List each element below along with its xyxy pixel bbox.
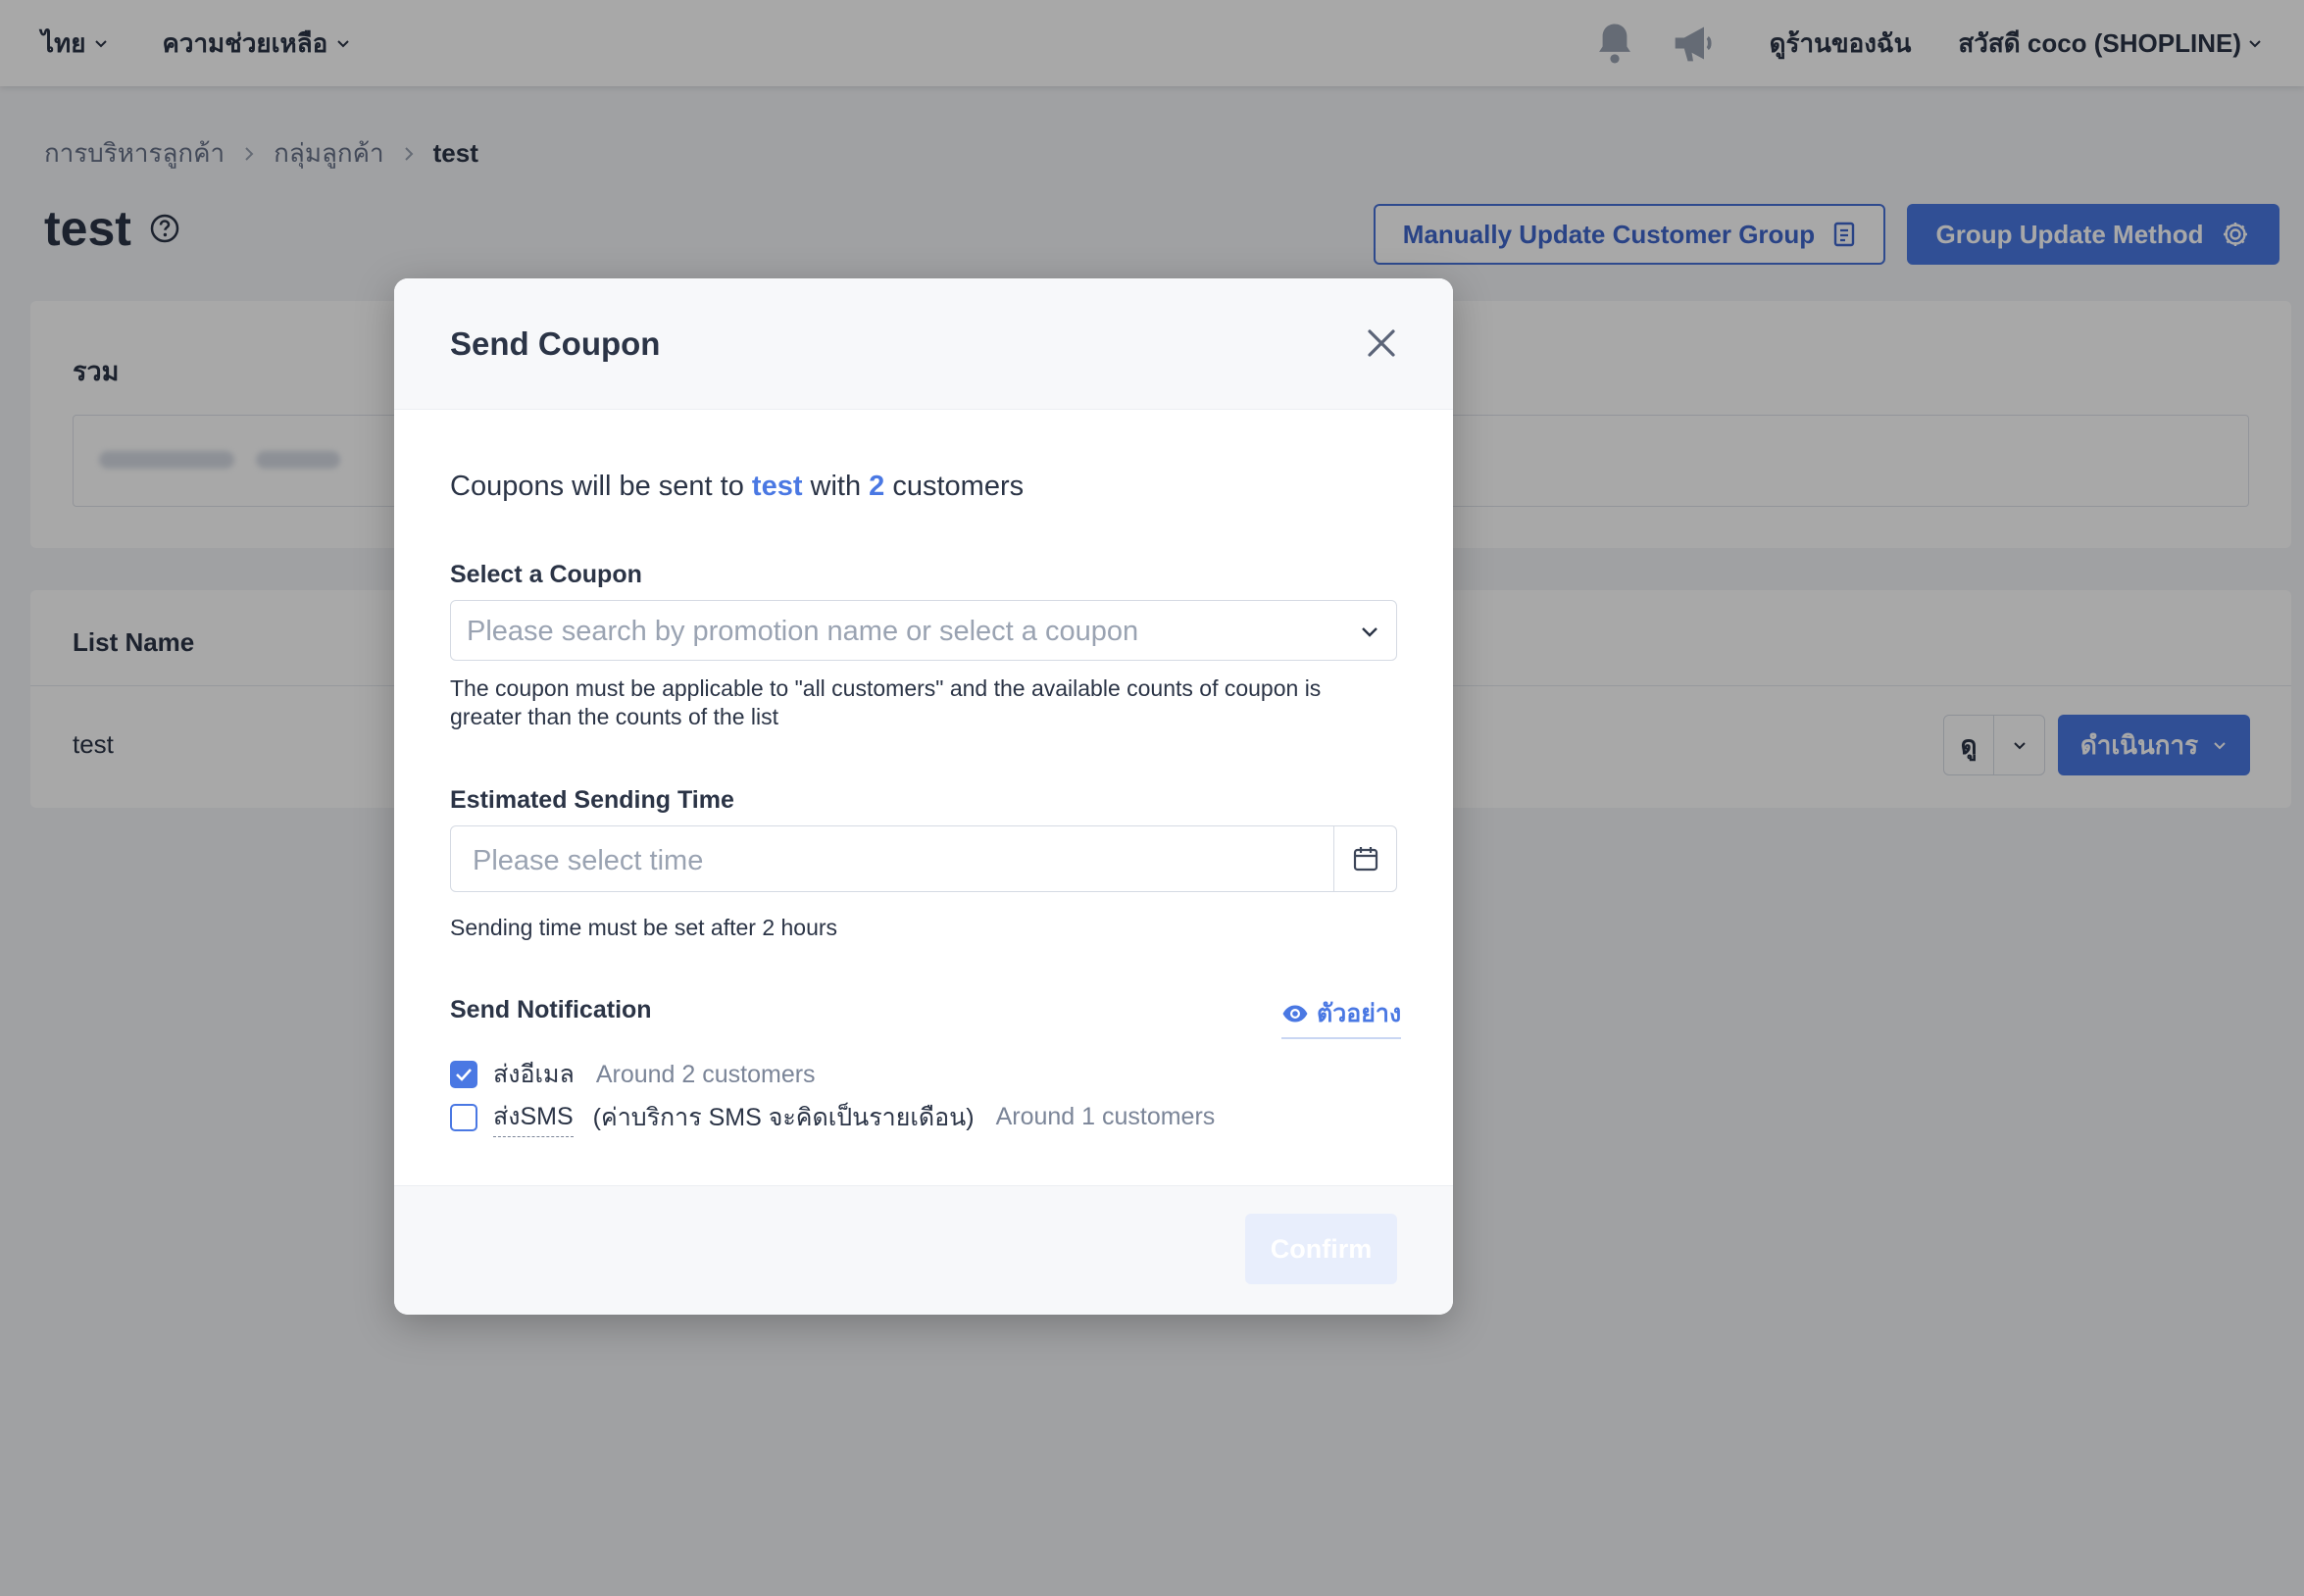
- coupon-placeholder: Please search by promotion name or selec…: [467, 616, 1139, 647]
- sms-option-label: ส่งSMS: [493, 1097, 574, 1137]
- sms-audience: Around 1 customers: [995, 1103, 1216, 1130]
- email-audience: Around 2 customers: [595, 1060, 816, 1088]
- sms-option: ส่งSMS (ค่าบริการ SMS จะคิดเป็นรายเดือน)…: [450, 1097, 1215, 1137]
- calendar-icon: [1352, 845, 1379, 873]
- chevron-down-icon: [1359, 621, 1380, 642]
- intro-prefix: Coupons will be sent to: [450, 471, 752, 502]
- coupon-help-text: The coupon must be applicable to "all cu…: [450, 675, 1322, 729]
- customer-count: 2: [869, 471, 885, 502]
- calendar-button[interactable]: [1333, 826, 1396, 891]
- intro-suffix: customers: [884, 471, 1025, 502]
- sending-time-help-text: Sending time must be set after 2 hours: [450, 915, 838, 940]
- sending-time-placeholder: Please select time: [473, 845, 704, 876]
- preview-link[interactable]: ตัวอย่าง: [1281, 994, 1402, 1039]
- email-option: ส่งอีเมล Around 2 customers: [450, 1055, 816, 1094]
- coupon-label: Select a Coupon: [450, 561, 642, 588]
- sms-pricing-note: (ค่าบริการ SMS จะคิดเป็นรายเดือน): [592, 1103, 975, 1131]
- sms-checkbox[interactable]: [450, 1103, 477, 1131]
- coupon-select[interactable]: Please search by promotion name or selec…: [450, 600, 1397, 661]
- send-notification-label: Send Notification: [450, 996, 652, 1023]
- email-checkbox[interactable]: [450, 1061, 477, 1088]
- group-name: test: [751, 471, 803, 502]
- preview-label: ตัวอย่าง: [1317, 1000, 1402, 1027]
- sending-time-input[interactable]: Please select time: [450, 825, 1397, 892]
- dialog-title: Send Coupon: [450, 325, 661, 362]
- intro-middle: with: [802, 471, 870, 502]
- dialog-header: Send Coupon: [394, 278, 1453, 410]
- email-option-label: ส่งอีเมล: [493, 1061, 575, 1088]
- sending-time-label: Estimated Sending Time: [450, 786, 734, 814]
- eye-icon: [1281, 1004, 1309, 1023]
- send-coupon-dialog: Send Coupon Coupons will be sent to test…: [394, 278, 1453, 1315]
- close-icon[interactable]: [1360, 322, 1403, 365]
- dialog-footer: Confirm: [394, 1185, 1453, 1315]
- confirm-button[interactable]: Confirm: [1245, 1214, 1397, 1284]
- recipient-summary: Coupons will be sent to test with 2 cust…: [450, 471, 1024, 503]
